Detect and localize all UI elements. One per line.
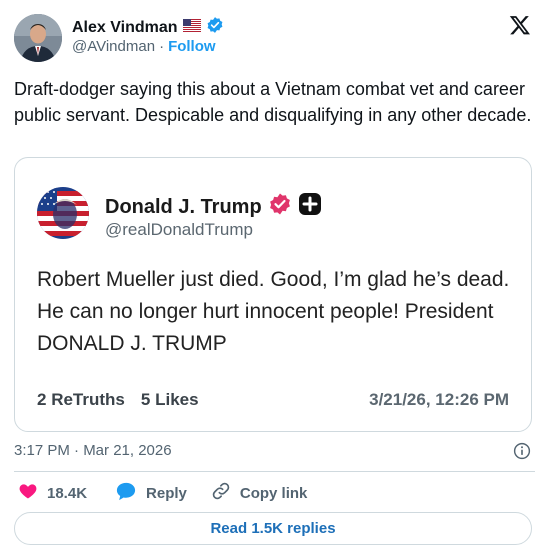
- likes-label: Likes: [155, 390, 199, 409]
- quoted-author-avatar[interactable]: [37, 187, 89, 239]
- copy-link-label: Copy link: [239, 484, 308, 502]
- reply-label: Reply: [146, 484, 187, 502]
- retruths-label: ReTruths: [51, 390, 125, 409]
- reply-button[interactable]: Reply: [115, 481, 187, 505]
- tweet-timestamp[interactable]: 3:17 PM · Mar 21, 2026: [14, 442, 172, 459]
- quoted-post-text: Robert Mueller just died. Good, I’m glad…: [37, 268, 510, 355]
- heart-icon: [18, 481, 38, 505]
- read-replies-button[interactable]: Read 1.5K replies: [14, 512, 532, 545]
- separator-dot: ·: [159, 38, 165, 55]
- divider: [14, 471, 535, 472]
- author-handle[interactable]: @AVindman: [72, 38, 155, 55]
- reply-bubble-icon: [115, 481, 137, 505]
- tweet-card: Alex Vindman @AVindman · Follow Draft-do…: [0, 0, 549, 559]
- verified-badge-icon: [206, 16, 224, 39]
- likes-stat[interactable]: 5 Likes: [141, 390, 199, 410]
- quoted-author-handle[interactable]: @realDonaldTrump: [105, 220, 253, 240]
- author-avatar[interactable]: [14, 14, 62, 62]
- plus-badge-icon: [298, 192, 322, 222]
- follow-button[interactable]: Follow: [168, 38, 216, 55]
- quoted-author-name[interactable]: Donald J. Trump: [105, 196, 262, 219]
- quoted-post-date: 3/21/26, 12:26 PM: [369, 390, 509, 409]
- us-flag-icon: [182, 18, 201, 37]
- quoted-post-card[interactable]: Donald J. Trump @realDonaldTrump Robert …: [14, 157, 532, 432]
- author-name[interactable]: Alex Vindman: [72, 19, 178, 37]
- retruths-stat[interactable]: 2 ReTruths: [37, 390, 125, 410]
- author-subline: @AVindman · Follow: [72, 38, 216, 55]
- tweet-text: Draft-dodger saying this about a Vietnam…: [14, 79, 532, 125]
- retruths-count: 2: [37, 390, 47, 409]
- quoted-post-stats: 2 ReTruths 5 Likes: [37, 390, 199, 410]
- verified-badge-icon: [268, 192, 292, 222]
- info-icon[interactable]: [513, 442, 531, 460]
- copy-link-button[interactable]: Copy link: [211, 481, 308, 505]
- author-name-row[interactable]: Alex Vindman: [72, 16, 224, 39]
- action-bar: 18.4K Reply Copy link: [14, 482, 307, 504]
- like-count: 18.4K: [47, 484, 88, 502]
- x-logo-icon[interactable]: [509, 14, 531, 36]
- quoted-author-name-row[interactable]: Donald J. Trump: [105, 192, 322, 222]
- likes-count: 5: [140, 390, 151, 409]
- link-icon: [211, 481, 231, 505]
- like-button[interactable]: 18.4K: [18, 481, 87, 505]
